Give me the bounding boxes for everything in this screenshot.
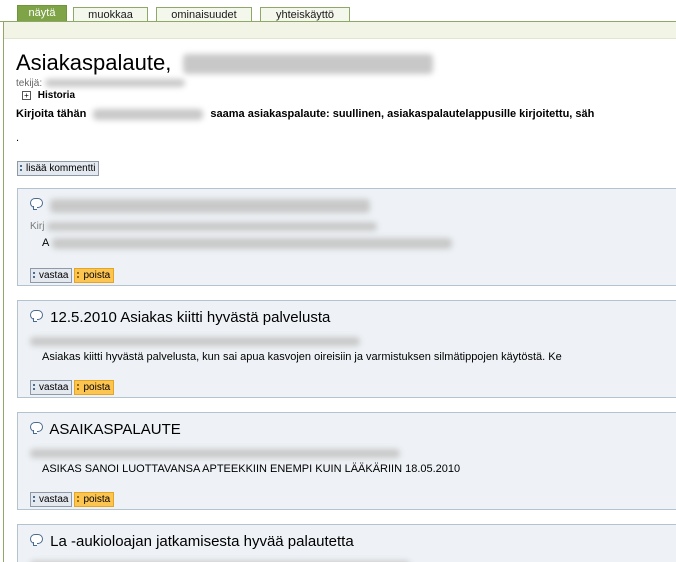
tab-properties[interactable]: ominaisuudet [156, 7, 252, 21]
comment-meta [30, 557, 410, 562]
instruction-text: Kirjoita tähän saama asiakaspalaute: suu… [16, 108, 594, 120]
comment-card: La -aukioloajan jatkamisesta hyvää palau… [17, 524, 676, 562]
comment-card: 12.5.2010 Asiakas kiitti hyvästä palvelu… [17, 300, 676, 398]
delete-button[interactable]: poista [74, 380, 115, 395]
history-toggle[interactable]: + Historia [22, 90, 75, 101]
delete-button[interactable]: poista [74, 492, 115, 507]
reply-button[interactable]: vastaa [30, 268, 73, 283]
page-title: Asiakaspalaute, [16, 50, 434, 76]
comment-body: ASIKAS SANOI LUOTTAVANSA APTEEKKIIN ENEM… [42, 463, 461, 475]
redacted-author [44, 79, 185, 88]
comment-title-text: 12.5.2010 Asiakas kiitti hyvästä palvelu… [50, 309, 331, 326]
comment-bubble-icon [30, 534, 43, 546]
redacted-meta [30, 449, 400, 459]
delete-button[interactable]: poista [74, 268, 115, 283]
comment-title-text: ASAIKASPALAUTE [49, 421, 181, 438]
tab-sharing[interactable]: yhteiskäyttö [260, 7, 350, 21]
redacted-name [183, 54, 434, 75]
comment-bubble-icon [30, 310, 43, 322]
tab-edit[interactable]: muokkaa [73, 7, 148, 21]
comment-actions: vastaa poista [30, 265, 116, 283]
redacted-meta [30, 337, 360, 347]
author-label: tekijä: [16, 78, 43, 89]
redacted-meta [47, 221, 378, 231]
redacted-body [51, 237, 452, 249]
tab-view[interactable]: näytä [17, 5, 67, 21]
top-strip [4, 22, 676, 39]
comment-title: 12.5.2010 Asiakas kiitti hyvästä palvelu… [30, 309, 330, 326]
instruction-suffix: saama asiakaspalaute: suullinen, asiakas… [210, 108, 595, 120]
comment-meta [30, 333, 360, 351]
comment-meta: Kirj [30, 221, 378, 232]
comment-title-text: La -aukioloajan jatkamisesta hyvää palau… [50, 533, 354, 550]
page-title-text: Asiakaspalaute, [16, 50, 172, 75]
comment-body: Asiakas kiitti hyvästä palvelusta, kun s… [42, 351, 562, 363]
comment-title [30, 197, 371, 214]
comment-actions: vastaa poista [30, 489, 116, 507]
dot-text: . [16, 132, 20, 144]
comment-bubble-icon [30, 422, 43, 434]
instruction-prefix: Kirjoita tähän [16, 108, 87, 120]
comment-body: A [42, 237, 452, 249]
comment-actions: vastaa poista [30, 377, 116, 395]
comment-card: ASAIKASPALAUTE ASIKAS SANOI LUOTTAVANSA … [17, 412, 676, 510]
page-content: Asiakaspalaute, tekijä: + Historia Kirjo… [3, 22, 676, 562]
comment-card: Kirj A vastaa poista [17, 188, 676, 286]
redacted-title [50, 199, 371, 214]
author-line: tekijä: [16, 78, 185, 89]
add-comment-button[interactable]: lisää kommentti [17, 161, 100, 176]
comment-title: La -aukioloajan jatkamisesta hyvää palau… [30, 533, 354, 550]
comment-body-text: A [42, 237, 49, 249]
history-label: Historia [37, 90, 76, 101]
comment-meta-text: Kirj [30, 221, 45, 232]
reply-button[interactable]: vastaa [30, 492, 73, 507]
comment-meta [30, 445, 400, 463]
comment-bubble-icon [30, 198, 43, 210]
comment-title: ASAIKASPALAUTE [30, 421, 181, 438]
redacted-org [93, 108, 204, 120]
expand-icon: + [22, 90, 31, 100]
reply-button[interactable]: vastaa [30, 380, 73, 395]
tab-bar: näytä muokkaa ominaisuudet yhteiskäyttö [0, 0, 676, 22]
